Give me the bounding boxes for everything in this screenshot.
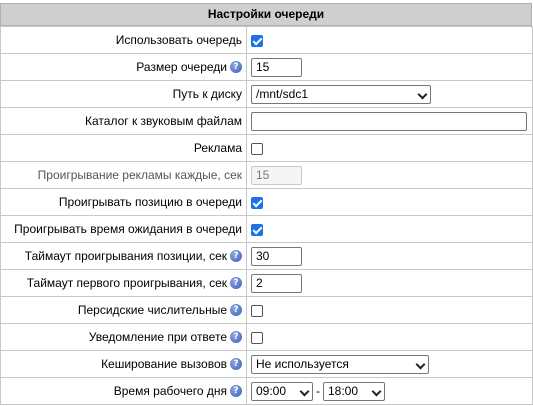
ads-checkbox[interactable] [251,142,263,155]
chevron-down-icon [299,386,310,396]
disk-path-select[interactable]: /mnt/sdc1 [251,84,431,104]
work-time-from-select[interactable]: 09:00 [251,381,313,401]
time-range-separator: - [316,384,320,398]
help-icon[interactable]: ? [230,385,242,398]
section-header: Настройки очереди [0,3,532,26]
call-caching-value: Не используется [256,356,349,371]
answer-notify-checkbox[interactable] [251,331,263,344]
ads-interval-label: Проигрывание рекламы каждые, сек [37,168,242,183]
use-queue-label: Использовать очередь [115,33,242,48]
help-icon[interactable]: ? [230,277,242,290]
chevron-down-icon [415,359,426,369]
work-time-label: Время рабочего дня [113,384,227,399]
row-first-play-timeout: Таймаут первого проигрывания, сек? 2 [0,269,533,297]
row-play-wait-time: Проигрывать время ожидания в очереди [0,215,533,243]
use-queue-checkbox[interactable] [251,34,263,47]
first-play-timeout-label: Таймаут первого проигрывания, сек [26,276,227,291]
row-position-timeout: Таймаут проигрывания позиции, сек? 30 [0,242,533,270]
help-icon[interactable]: ? [230,61,242,74]
work-time-to-select[interactable]: 18:00 [323,381,385,401]
settings-table: Использовать очередь Размер очереди? 15 … [0,26,533,405]
position-timeout-label: Таймаут проигрывания позиции, сек [24,249,227,264]
persian-numerals-checkbox[interactable] [251,304,263,317]
queue-settings-panel: Настройки очереди Использовать очередь Р… [0,0,533,406]
row-ads-interval: Проигрывание рекламы каждые, сек 15 [0,161,533,189]
row-disk-path: Путь к диску /mnt/sdc1 [0,80,533,108]
work-time-from-value: 09:00 [256,383,287,398]
call-caching-label: Кеширование вызовов [101,357,227,372]
first-play-timeout-input[interactable]: 2 [251,273,302,293]
call-caching-select[interactable]: Не используется [251,354,429,374]
disk-path-value: /mnt/sdc1 [256,86,309,101]
chevron-down-icon [417,89,428,99]
play-wait-time-checkbox[interactable] [251,223,263,236]
ads-label: Реклама [193,141,242,156]
row-ads: Реклама [0,134,533,162]
help-icon[interactable]: ? [230,358,242,371]
row-queue-size: Размер очереди? 15 [0,53,533,81]
row-answer-notify: Уведомление при ответе? [0,323,533,351]
row-play-position: Проигрывать позицию в очереди [0,188,533,216]
position-timeout-input[interactable]: 30 [251,246,302,266]
row-persian-numerals: Персидские числительные? [0,296,533,324]
queue-size-input[interactable]: 15 [251,57,302,77]
row-work-time: Время рабочего дня? 09:00 -18:00 [0,377,533,405]
answer-notify-label: Уведомление при ответе [88,330,227,345]
persian-numerals-label: Персидские числительные [77,303,227,318]
queue-size-label: Размер очереди [136,60,227,75]
row-call-caching: Кеширование вызовов? Не используется [0,350,533,378]
row-sound-dir: Каталог к звуковым файлам [0,107,533,135]
play-wait-time-label: Проигрывать время ожидания в очереди [14,222,242,237]
chevron-down-icon [371,386,382,396]
disk-path-label: Путь к диску [172,87,242,102]
play-position-checkbox[interactable] [251,196,263,209]
sound-dir-input[interactable] [251,111,527,131]
help-icon[interactable]: ? [230,304,242,317]
row-use-queue: Использовать очередь [0,26,533,54]
play-position-label: Проигрывать позицию в очереди [58,195,242,210]
ads-interval-input[interactable]: 15 [251,165,302,185]
work-time-to-value: 18:00 [328,383,359,398]
help-icon[interactable]: ? [230,331,242,344]
sound-dir-label: Каталог к звуковым файлам [85,114,242,129]
help-icon[interactable]: ? [230,250,242,263]
